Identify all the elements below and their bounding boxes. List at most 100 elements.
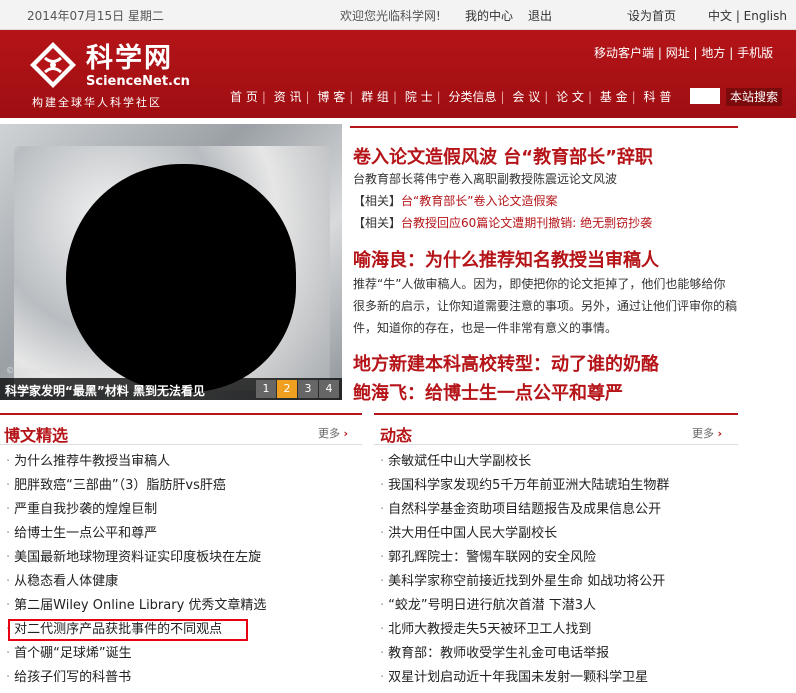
headline-1-summary[interactable]: 台教育部长蒋伟宁卷入离职副教授陈震远论文风波 [353, 170, 617, 187]
list-item-text[interactable]: 从稳态看人体健康 [14, 574, 118, 589]
related-tag: 【相关】 [353, 216, 402, 230]
list-item-text[interactable]: 给孩子们写的科普书 [14, 670, 131, 685]
bullet: · [380, 622, 385, 637]
feature-caption[interactable]: 科学家发明“最黑”材料 黑到无法看见 [5, 382, 205, 399]
nav-meetings[interactable]: 会 议 [512, 90, 540, 104]
list-item[interactable]: · 美科学家称空前接近找到外星生命 如战功将公开 [380, 572, 669, 596]
list-item[interactable]: · 肥胖致癌“三部曲”（3）脂肪肝vs肝癌 [6, 476, 266, 500]
headline-2[interactable]: 喻海良：为什么推荐知名教授当审稿人 [353, 246, 659, 272]
related-link-2-text[interactable]: 台教授回应60篇论文遭期刊撤销: 绝无剽窃抄袭 [401, 216, 652, 230]
logout-link[interactable]: 退出 [528, 7, 552, 24]
quick-links: 移动客户端 | 网址 | 地方 | 手机版 [594, 46, 774, 60]
related-link-1[interactable]: 【相关】台“教育部长”卷入论文造假案 [353, 192, 557, 209]
headline-1[interactable]: 卷入论文造假风波 台“教育部长”辞职 [353, 143, 653, 169]
bullet: · [6, 670, 11, 685]
language-switch[interactable]: 中文 | English [708, 7, 787, 24]
quicklink-local[interactable]: 地方 [701, 46, 725, 60]
list-item[interactable]: · 首个硼“足球烯”诞生 [6, 644, 266, 668]
news-panel-divider [374, 444, 738, 445]
list-item[interactable]: · “蛟龙”号明日进行航次首潜 下潜3人 [380, 596, 669, 620]
current-date: 2014年07月15日 星期二 [27, 9, 164, 23]
quicklink-mobile-client[interactable]: 移动客户端 [594, 46, 654, 60]
blog-more-text[interactable]: 更多 [318, 427, 340, 440]
news-list: · 余敏斌任中山大学副校长 · 我国科学家发现约5千万年前亚洲大陆琥珀生物群 · 自然… [380, 452, 669, 692]
list-item[interactable]: · 我国科学家发现约5千万年前亚洲大陆琥珀生物群 [380, 476, 669, 500]
nav-papers[interactable]: 论 文 [556, 90, 584, 104]
list-item[interactable]: · 从稳态看人体健康 [6, 572, 266, 596]
set-home-link[interactable]: 设为首页 [628, 7, 676, 24]
list-item-text[interactable]: 北师大教授走失5天被环卫工人找到 [388, 622, 591, 637]
list-item-text[interactable]: 严重自我抄袭的煌煌巨制 [14, 502, 157, 517]
bullet: · [380, 550, 385, 565]
list-item[interactable]: · 给博士生一点公平和尊严 [6, 524, 266, 548]
slide-page-2[interactable]: 2 [277, 380, 297, 398]
list-item[interactable]: · 双星计划启动近十年我国未发射一颗科学卫星 [380, 668, 669, 692]
list-item[interactable]: · 郭孔辉院士：警惕车联网的安全风险 [380, 548, 669, 572]
headline-2-summary: 推荐“牛”人做审稿人。因为，即使把你的论文拒掉了，他们也能够给你很多新的启示，让… [353, 277, 738, 335]
list-item-text[interactable]: 自然科学基金资助项目结题报告及成果信息公开 [388, 502, 661, 517]
nav-classifieds[interactable]: 分类信息 [449, 90, 497, 104]
headline-3[interactable]: 地方新建本科高校转型：动了谁的奶酪 [353, 350, 659, 376]
nav-popsci[interactable]: 科 普 [644, 90, 672, 104]
logo-title[interactable]: 科学网 [86, 36, 173, 75]
site-search-button[interactable]: 本站搜索 [726, 88, 782, 106]
list-item-text[interactable]: 肥胖致癌“三部曲”（3）脂肪肝vs肝癌 [14, 478, 226, 493]
list-item[interactable]: · 洪大用任中国人民大学副校长 [380, 524, 669, 548]
feature-image[interactable] [0, 124, 342, 400]
slide-page-4[interactable]: 4 [319, 380, 339, 398]
headline-divider [350, 126, 738, 128]
list-item[interactable]: · 自然科学基金资助项目结题报告及成果信息公开 [380, 500, 669, 524]
nav-news[interactable]: 资 讯 [274, 90, 302, 104]
list-item-text[interactable]: 教育部：教师收受学生礼金可电话举报 [388, 646, 609, 661]
list-item[interactable]: · 严重自我抄袭的煌煌巨制 [6, 500, 266, 524]
list-item-text[interactable]: 为什么推荐牛教授当审稿人 [14, 454, 170, 469]
blog-panel-title[interactable]: 博文精选 [4, 422, 68, 446]
related-link-2[interactable]: 【相关】台教授回应60篇论文遭期刊撤销: 绝无剽窃抄袭 [353, 214, 652, 231]
main-nav: 首 页 | 资 讯 | 博 客 | 群 组 | 院 士 | 分类信息 | 会 议 | 论 文 |… [230, 90, 672, 104]
news-more-text[interactable]: 更多 [692, 427, 714, 440]
slide-page-3[interactable]: 3 [298, 380, 318, 398]
list-item[interactable]: · 教育部：教师收受学生礼金可电话举报 [380, 644, 669, 668]
bullet: · [380, 526, 385, 541]
list-item-text[interactable]: 美科学家称空前接近找到外星生命 如战功将公开 [388, 574, 665, 589]
site-header: 科学网 ScienceNet.cn 构建全球华人科学社区 移动客户端 | 网址 … [0, 30, 796, 118]
list-item-text[interactable]: 双星计划启动近十年我国未发射一颗科学卫星 [388, 670, 648, 685]
list-item-text[interactable]: 首个硼“足球烯”诞生 [14, 646, 131, 661]
welcome-text: 欢迎您光临科学网! [340, 9, 441, 23]
list-item[interactable]: · 余敏斌任中山大学副校长 [380, 452, 669, 476]
related-link-1-text[interactable]: 台“教育部长”卷入论文造假案 [401, 194, 557, 208]
news-more-link[interactable]: 更多 › [692, 425, 722, 441]
nav-funds[interactable]: 基 金 [600, 90, 628, 104]
list-item-text[interactable]: 美国最新地球物理资料证实印度板块在左旋 [14, 550, 261, 565]
list-item-text[interactable]: 我国科学家发现约5千万年前亚洲大陆琥珀生物群 [388, 478, 669, 493]
nav-blog[interactable]: 博 客 [317, 90, 345, 104]
bullet: · [380, 598, 385, 613]
list-item-text[interactable]: “蛟龙”号明日进行航次首潜 下潜3人 [388, 598, 596, 613]
search-input[interactable] [690, 88, 720, 104]
nav-groups[interactable]: 群 组 [361, 90, 389, 104]
quicklink-mobile[interactable]: 手机版 [737, 46, 773, 60]
my-center-link[interactable]: 我的中心 [465, 7, 513, 24]
list-item[interactable]: · 给孩子们写的科普书 [6, 668, 266, 692]
list-item-text[interactable]: 郭孔辉院士：警惕车联网的安全风险 [388, 550, 596, 565]
list-item[interactable]: · 美国最新地球物理资料证实印度板块在左旋 [6, 548, 266, 572]
black-material-disk [66, 164, 296, 392]
list-item[interactable]: · 北师大教授走失5天被环卫工人找到 [380, 620, 669, 644]
list-item[interactable]: · 为什么推荐牛教授当审稿人 [6, 452, 266, 476]
headline-4[interactable]: 鲍海飞：给博士生一点公平和尊严 [353, 379, 623, 405]
list-item-text[interactable]: 第二届Wiley Online Library 优秀文章精选 [14, 598, 266, 613]
list-item[interactable]: · 第二届Wiley Online Library 优秀文章精选 [6, 596, 266, 620]
list-item-text[interactable]: 余敏斌任中山大学副校长 [388, 454, 531, 469]
slide-page-1[interactable]: 1 [256, 380, 276, 398]
bullet: · [6, 574, 11, 589]
nav-home[interactable]: 首 页 [230, 90, 258, 104]
chevron-right-icon: › [343, 427, 349, 440]
blog-panel-topline [0, 413, 362, 415]
sciencenet-logo-icon[interactable] [28, 40, 78, 90]
blog-more-link[interactable]: 更多 › [318, 425, 348, 441]
news-panel-title[interactable]: 动态 [380, 422, 412, 446]
quicklink-urls[interactable]: 网址 [666, 46, 690, 60]
list-item-text[interactable]: 给博士生一点公平和尊严 [14, 526, 157, 541]
list-item-text[interactable]: 洪大用任中国人民大学副校长 [388, 526, 557, 541]
nav-academicians[interactable]: 院 士 [405, 90, 433, 104]
